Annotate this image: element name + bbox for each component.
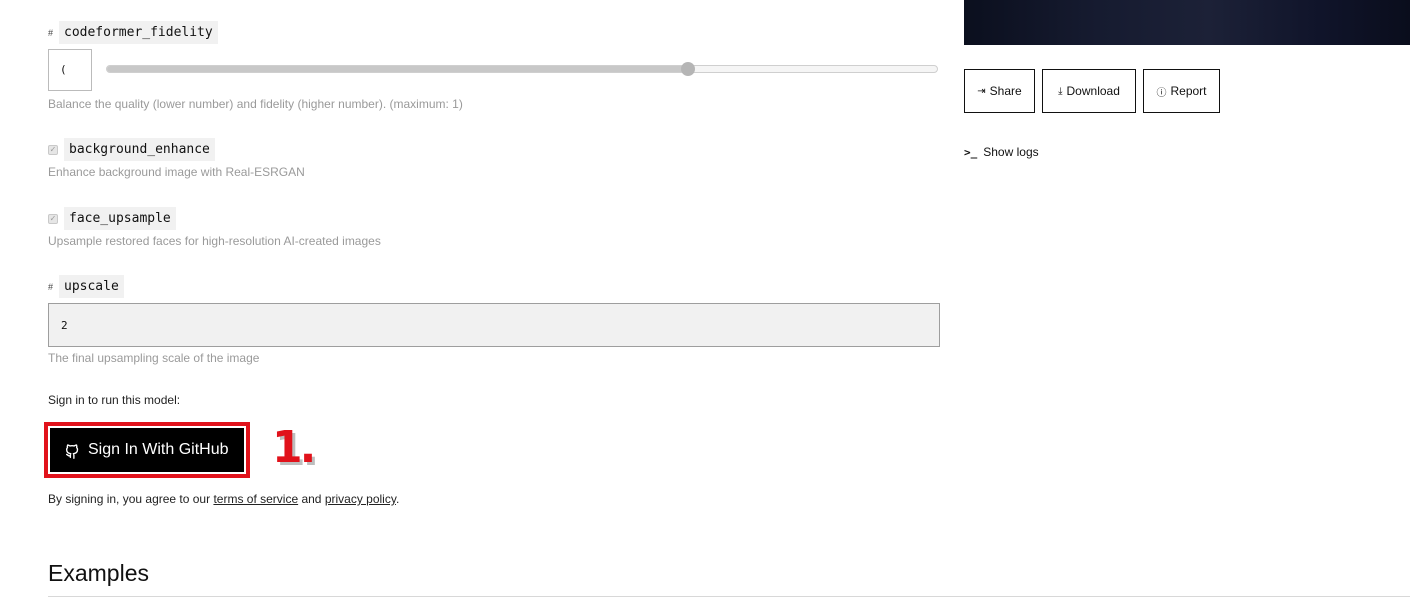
share-label: Share [989,84,1022,98]
background-enhance-description: Enhance background image with Real-ESRGA… [48,165,305,179]
param-label-codeformer-fidelity: codeformer_fidelity [59,21,218,44]
signin-highlight-box: Sign In With GitHub [44,422,250,478]
terms-notice: By signing in, you agree to our terms of… [48,492,399,506]
terms-of-service-link[interactable]: terms of service [213,492,298,506]
share-icon: ⇥ [977,85,986,97]
codeformer-fidelity-input[interactable]: ( [48,49,92,91]
show-logs-toggle[interactable]: >_ Show logs [964,145,1039,159]
signin-prompt: Sign in to run this model: [48,393,181,407]
face-upsample-checkbox[interactable]: ✓ [48,214,58,224]
info-icon: ⓘ [1156,87,1167,99]
param-label-background-enhance: background_enhance [64,138,215,161]
sign-in-with-github-label: Sign In With GitHub [88,441,229,458]
download-icon: ⤓ [1058,85,1063,97]
share-button[interactable]: ⇥ Share [964,69,1035,113]
download-button[interactable]: ⤓ Download [1042,69,1136,113]
face-upsample-description: Upsample restored faces for high-resolut… [48,234,381,248]
upscale-input[interactable]: 2 [48,303,940,347]
report-label: Report [1170,84,1207,98]
param-label-face-upsample: face_upsample [64,207,176,230]
number-type-icon: # [48,28,54,38]
show-logs-label: Show logs [983,145,1039,159]
codeformer-fidelity-description: Balance the quality (lower number) and f… [48,97,463,111]
privacy-policy-link[interactable]: privacy policy [325,492,396,506]
slider-handle[interactable] [681,62,696,76]
upscale-description: The final upsampling scale of the image [48,351,260,365]
examples-heading: Examples [48,560,149,586]
output-image [964,0,1410,45]
report-button[interactable]: ⓘ Report [1143,69,1220,113]
param-label-upscale: upscale [59,275,124,298]
download-label: Download [1066,84,1120,98]
terminal-icon: >_ [964,145,978,159]
terms-suffix: . [395,492,400,506]
background-enhance-checkbox[interactable]: ✓ [48,145,58,155]
terms-prefix: By signing in, you agree to our [48,492,214,506]
codeformer-fidelity-slider[interactable] [106,65,938,73]
github-icon [65,443,79,459]
terms-and: and [298,492,325,506]
examples-divider [48,596,1410,597]
slider-fill [107,66,688,72]
sign-in-with-github-button[interactable]: Sign In With GitHub [50,428,244,472]
number-type-icon: # [48,282,54,292]
step-annotation: 1. [272,422,316,473]
